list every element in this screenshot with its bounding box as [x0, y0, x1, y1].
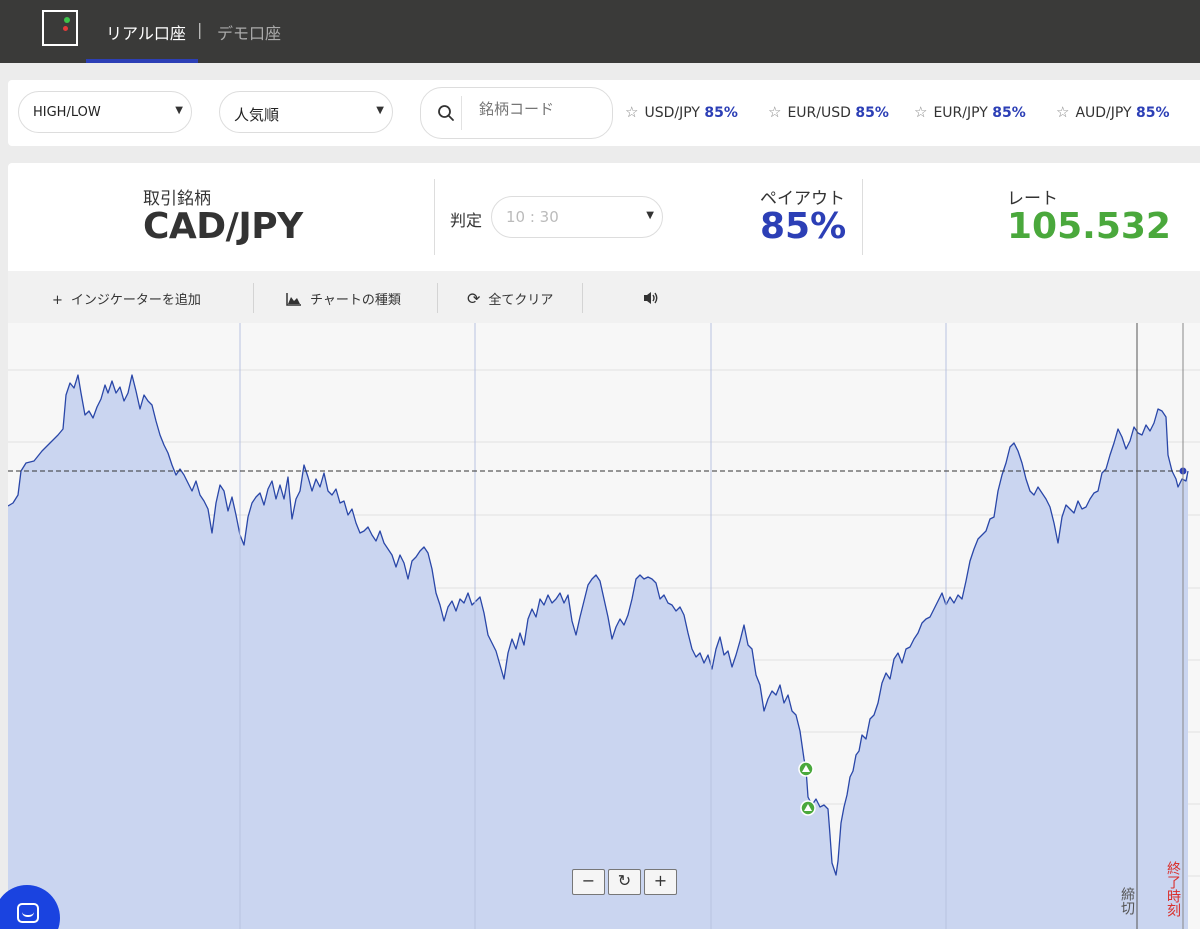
tab-real-account[interactable]: リアル口座 — [106, 20, 186, 44]
favorite-item[interactable]: ☆ EUR/JPY 85% — [914, 103, 1026, 121]
reset-zoom-button[interactable]: ↻ — [608, 869, 641, 895]
favorite-item[interactable]: ☆ USD/JPY 85% — [625, 103, 738, 121]
option-type-value: HIGH/LOW — [33, 105, 101, 120]
rate-value: 105.532 — [1007, 206, 1171, 247]
end-time-label: 終了時刻 — [1165, 861, 1181, 917]
divider — [862, 179, 863, 255]
refresh-icon: ⟳ — [467, 289, 481, 308]
active-tab-indicator — [86, 59, 198, 63]
asset-name: CAD/JPY — [143, 206, 303, 247]
top-bar: リアル口座 | デモ口座 — [0, 0, 1200, 63]
divider — [582, 283, 583, 313]
star-icon[interactable]: ☆ — [1056, 103, 1069, 121]
chevron-down-icon: ▼ — [376, 105, 384, 116]
favorite-item[interactable]: ☆ AUD/JPY 85% — [1056, 103, 1170, 121]
volume-icon[interactable] — [642, 290, 660, 306]
account-separator: | — [197, 20, 203, 39]
plus-icon: + — [52, 293, 63, 308]
sort-order-select[interactable]: 人気順 ▼ — [219, 91, 393, 133]
star-icon[interactable]: ☆ — [914, 103, 927, 121]
favorite-payout: 85% — [992, 105, 1026, 121]
cutoff-label: 締切 — [1119, 887, 1135, 915]
payout-value: 85% — [760, 206, 847, 247]
option-type-select[interactable]: HIGH/LOW ▼ — [18, 91, 192, 133]
clear-all-label: 全てクリア — [488, 293, 554, 308]
search-icon — [438, 105, 454, 121]
add-indicator-label: インジケーターを追加 — [70, 293, 201, 308]
clear-all-button[interactable]: ⟳ 全てクリア — [467, 289, 553, 308]
divider — [253, 283, 254, 313]
divider — [434, 179, 435, 255]
price-chart-canvas — [8, 323, 1200, 929]
sort-order-value: 人気順 — [234, 106, 280, 124]
add-indicator-button[interactable]: + インジケーターを追加 — [52, 289, 201, 308]
favorite-payout: 85% — [704, 105, 738, 121]
favorite-payout: 85% — [855, 105, 889, 121]
chevron-down-icon: ▼ — [646, 210, 654, 221]
tab-demo-account[interactable]: デモ口座 — [217, 20, 281, 44]
favorite-item[interactable]: ☆ EUR/USD 85% — [768, 103, 889, 121]
expiry-label: 判定 — [450, 211, 483, 230]
price-area — [8, 375, 1188, 929]
favorite-pair: EUR/USD — [787, 105, 851, 121]
logo-icon[interactable] — [42, 10, 78, 46]
star-icon[interactable]: ☆ — [768, 103, 781, 121]
chevron-down-icon: ▼ — [175, 105, 183, 116]
price-chart[interactable] — [8, 323, 1200, 929]
chart-type-button[interactable]: チャートの種類 — [286, 289, 401, 308]
expiry-select[interactable]: 10 : 30 ▼ — [491, 196, 663, 238]
asset-search — [420, 87, 613, 139]
expiry-value: 10 : 30 — [506, 208, 559, 226]
favorite-payout: 85% — [1136, 105, 1170, 121]
zoom-in-button[interactable]: + — [644, 869, 677, 895]
favorite-pair: USD/JPY — [644, 105, 700, 121]
favorite-pair: EUR/JPY — [933, 105, 988, 121]
star-icon[interactable]: ☆ — [625, 103, 638, 121]
divider — [437, 283, 438, 313]
search-input[interactable] — [479, 100, 599, 118]
zoom-out-button[interactable]: − — [572, 869, 605, 895]
favorite-pair: AUD/JPY — [1075, 105, 1132, 121]
chart-type-icon — [286, 293, 301, 306]
chart-type-label: チャートの種類 — [310, 293, 401, 308]
